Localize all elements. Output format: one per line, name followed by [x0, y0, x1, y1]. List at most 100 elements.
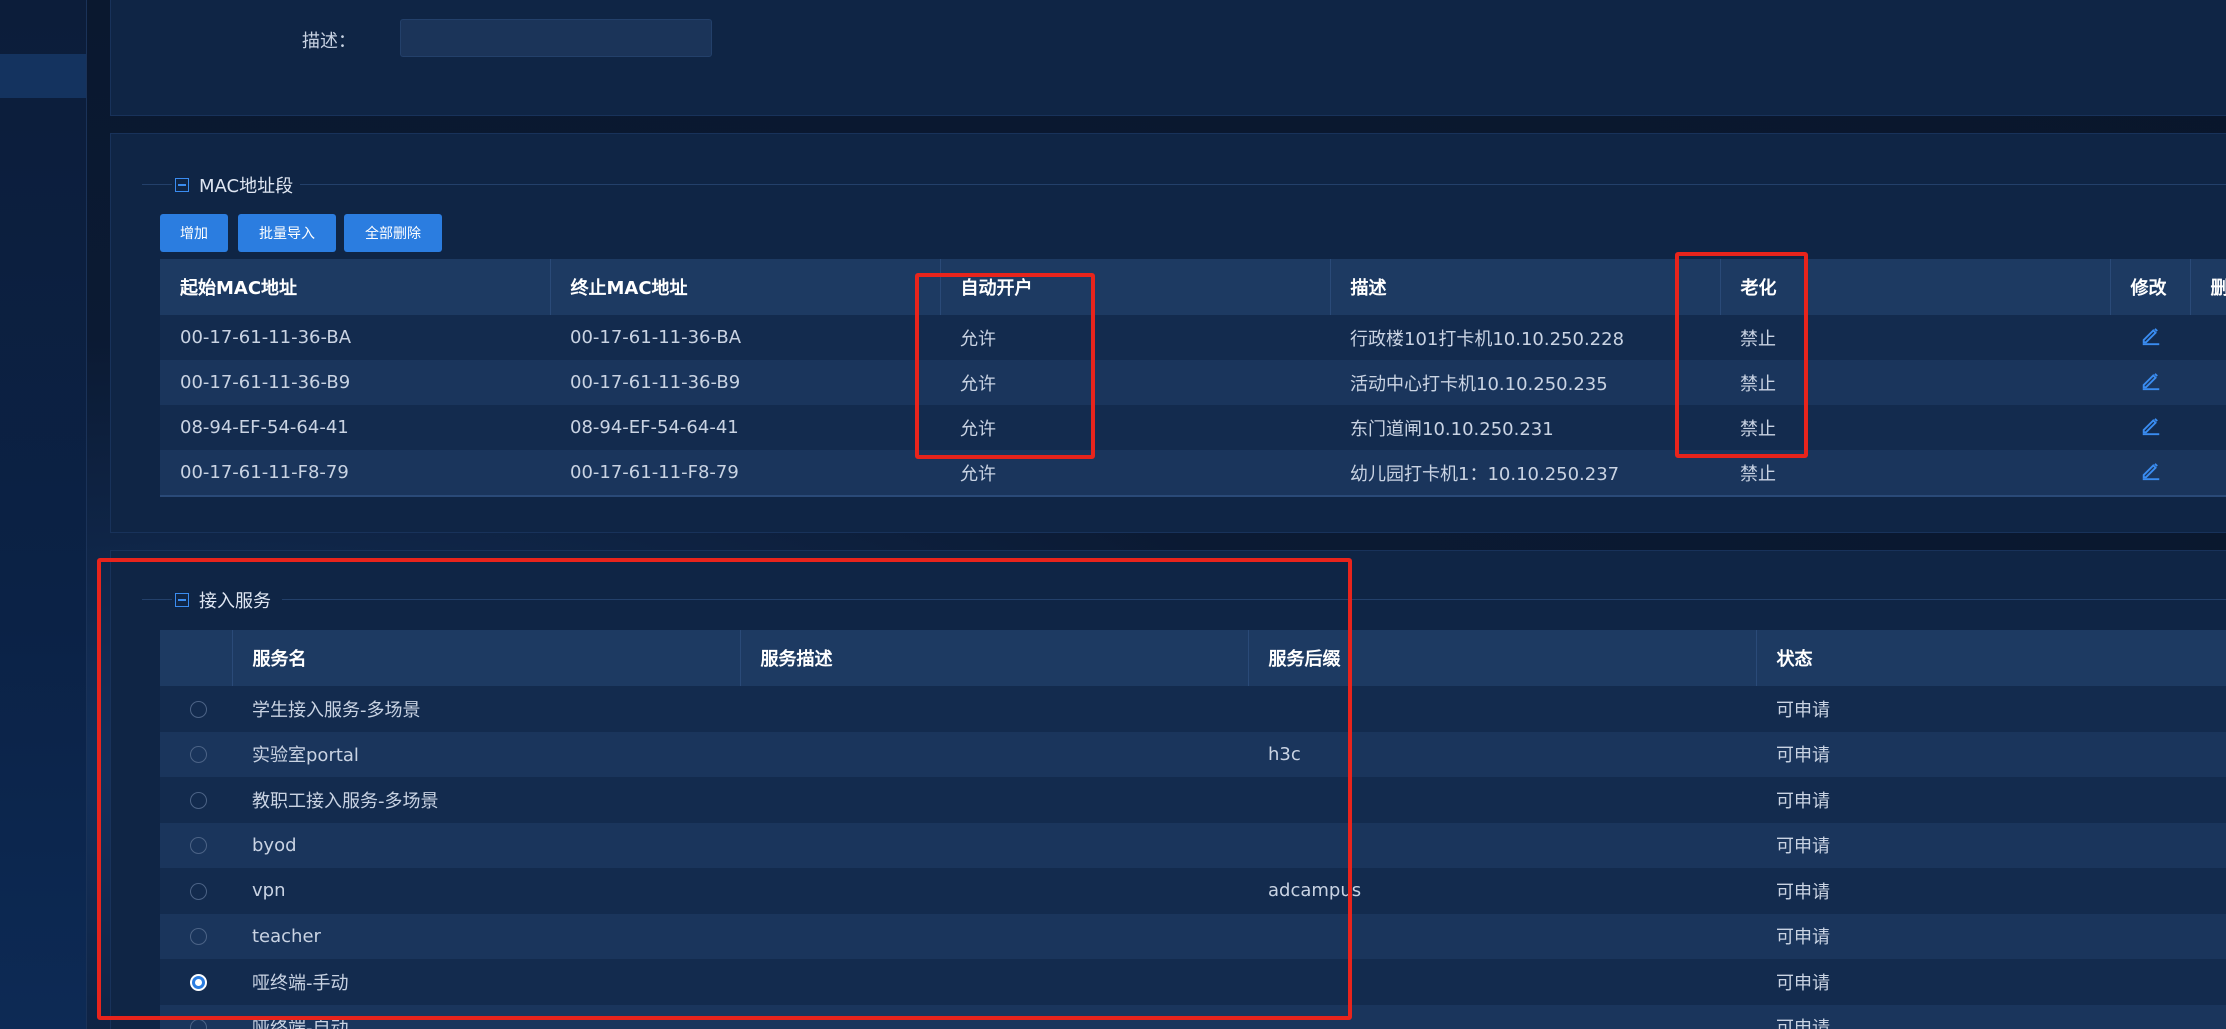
service-radio[interactable]: [190, 1019, 207, 1029]
service-radio[interactable]: [190, 700, 207, 718]
edit-cell: [2110, 405, 2190, 450]
table-row[interactable]: 哑终端-手动 可申请: [160, 959, 2226, 1005]
section-divider: [300, 184, 2226, 185]
table-row[interactable]: byod 可申请: [160, 822, 2226, 868]
status-cell: 可申请: [1756, 822, 2226, 868]
delete-cell: [2190, 315, 2226, 360]
delete-cell: [2190, 360, 2226, 405]
sidebar-active-item[interactable]: [0, 54, 86, 98]
select-cell: [160, 959, 232, 1005]
table-row[interactable]: 00-17-61-11-36-BA 00-17-61-11-36-BA 允许 行政楼1…: [160, 315, 2226, 360]
select-cell: [160, 686, 232, 732]
select-cell: [160, 1004, 232, 1029]
service-name-cell: teacher: [232, 913, 740, 959]
start-mac-cell: 00-17-61-11-36-B9: [160, 360, 550, 405]
auto-open-cell: 允许: [940, 360, 1330, 405]
table-row[interactable]: 00-17-61-11-36-B9 00-17-61-11-36-B9 允许 活动中心…: [160, 360, 2226, 405]
auto-open-cell: 允许: [940, 315, 1330, 360]
end-mac-cell: 00-17-61-11-F8-79: [550, 450, 940, 497]
select-cell: [160, 868, 232, 914]
table-row[interactable]: 08-94-EF-54-64-41 08-94-EF-54-64-41 允许 东门道闸…: [160, 405, 2226, 450]
service-name-cell: 学生接入服务-多场景: [232, 686, 740, 732]
access-service-table: 服务名 服务描述 服务后缀 状态 学生接入服务-多场景 可申请 实验室portal h…: [160, 630, 2226, 1029]
mac-range-table: 起始MAC地址 终止MAC地址 自动开户 描述 老化 修改 删 00-17-61…: [160, 259, 2226, 497]
pencil-icon[interactable]: [2140, 414, 2162, 436]
delete-all-button[interactable]: 全部删除: [344, 214, 442, 252]
service-radio[interactable]: [190, 973, 207, 991]
service-radio[interactable]: [190, 928, 207, 946]
batch-import-button[interactable]: 批量导入: [238, 214, 336, 252]
end-mac-cell: 00-17-61-11-36-B9: [550, 360, 940, 405]
service-radio[interactable]: [190, 837, 207, 855]
pencil-icon[interactable]: [2140, 324, 2162, 346]
col-description[interactable]: 描述: [1330, 259, 1721, 315]
col-start-mac[interactable]: 起始MAC地址: [160, 259, 551, 315]
table-row[interactable]: 教职工接入服务-多场景 可申请: [160, 777, 2226, 823]
table-row[interactable]: 哑终端-自动 可申请: [160, 1004, 2226, 1029]
col-end-mac[interactable]: 终止MAC地址: [550, 259, 941, 315]
col-edit: 修改: [2110, 259, 2191, 315]
service-name-cell: byod: [232, 822, 740, 868]
service-section-header[interactable]: 接入服务: [175, 587, 271, 613]
select-cell: [160, 822, 232, 868]
auto-open-cell: 允许: [940, 405, 1330, 450]
service-suffix-cell: h3c: [1248, 731, 1756, 777]
service-radio[interactable]: [190, 791, 207, 809]
service-name-cell: 哑终端-自动: [232, 1004, 740, 1029]
col-service-name[interactable]: 服务名: [232, 630, 741, 686]
service-suffix-cell: [1248, 959, 1756, 1005]
section-divider: [142, 184, 172, 185]
aging-cell: 禁止: [1720, 315, 2110, 360]
description-cell: 行政楼101打卡机10.10.250.228: [1330, 315, 1720, 360]
status-cell: 可申请: [1756, 777, 2226, 823]
table-row[interactable]: teacher 可申请: [160, 913, 2226, 959]
col-delete: 删: [2190, 259, 2226, 315]
section-divider: [282, 599, 2226, 600]
service-suffix-cell: [1248, 686, 1756, 732]
start-mac-cell: 00-17-61-11-36-BA: [160, 315, 550, 360]
status-cell: 可申请: [1756, 913, 2226, 959]
service-section-title: 接入服务: [199, 591, 271, 612]
col-status[interactable]: 状态: [1756, 630, 2226, 686]
table-row[interactable]: 学生接入服务-多场景 可申请: [160, 686, 2226, 732]
service-description-cell: [740, 913, 1248, 959]
service-description-cell: [740, 731, 1248, 777]
end-mac-cell: 00-17-61-11-36-BA: [550, 315, 940, 360]
table-row[interactable]: vpn adcampus 可申请: [160, 868, 2226, 914]
col-service-suffix[interactable]: 服务后缀: [1248, 630, 1757, 686]
table-row[interactable]: 实验室portal h3c 可申请: [160, 731, 2226, 777]
table-header-row: 起始MAC地址 终止MAC地址 自动开户 描述 老化 修改 删: [160, 259, 2226, 315]
description-input[interactable]: [400, 19, 712, 57]
left-sidebar: [0, 0, 87, 1029]
mac-section-title: MAC地址段: [199, 176, 294, 197]
add-button[interactable]: 增加: [160, 214, 228, 252]
collapse-icon[interactable]: [175, 178, 189, 192]
service-suffix-cell: [1248, 822, 1756, 868]
start-mac-cell: 08-94-EF-54-64-41: [160, 405, 550, 450]
edit-cell: [2110, 450, 2190, 497]
service-description-cell: [740, 686, 1248, 732]
service-name-cell: 教职工接入服务-多场景: [232, 777, 740, 823]
aging-cell: 禁止: [1720, 405, 2110, 450]
select-cell: [160, 913, 232, 959]
service-radio[interactable]: [190, 746, 207, 764]
col-select: [160, 630, 233, 686]
delete-cell: [2190, 450, 2226, 497]
table-row[interactable]: 00-17-61-11-F8-79 00-17-61-11-F8-79 允许 幼儿园打…: [160, 450, 2226, 497]
service-suffix-cell: [1248, 777, 1756, 823]
end-mac-cell: 08-94-EF-54-64-41: [550, 405, 940, 450]
status-cell: 可申请: [1756, 1004, 2226, 1029]
page: 描述： MAC地址段 增加 批量导入 全部删除 起始MAC地址 终止MAC地址 …: [0, 0, 2226, 1029]
aging-cell: 禁止: [1720, 450, 2110, 497]
section-divider: [142, 599, 172, 600]
col-auto-open[interactable]: 自动开户: [940, 259, 1331, 315]
select-cell: [160, 731, 232, 777]
pencil-icon[interactable]: [2140, 459, 2162, 481]
col-aging[interactable]: 老化: [1720, 259, 2111, 315]
col-service-description[interactable]: 服务描述: [740, 630, 1249, 686]
mac-section-header[interactable]: MAC地址段: [175, 172, 293, 198]
service-radio[interactable]: [190, 882, 207, 900]
pencil-icon[interactable]: [2140, 369, 2162, 391]
status-cell: 可申请: [1756, 731, 2226, 777]
collapse-icon[interactable]: [175, 593, 189, 607]
